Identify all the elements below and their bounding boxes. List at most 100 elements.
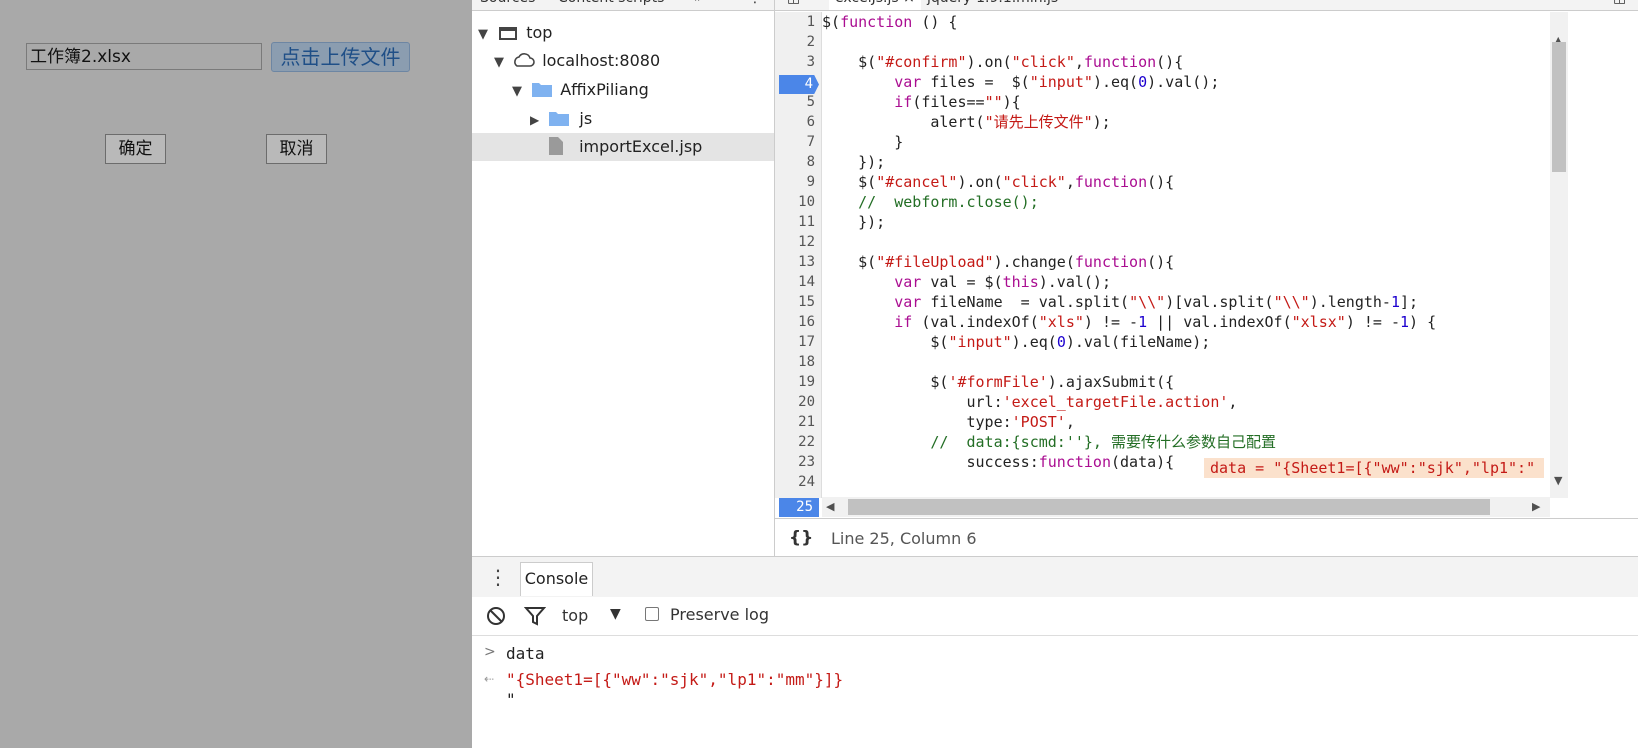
- code-line: var fileName = val.split("\\")[val.split…: [894, 293, 1419, 311]
- preserve-log-checkbox[interactable]: [645, 607, 659, 621]
- line-number[interactable]: 13: [775, 252, 815, 272]
- code-line: if(files==""){: [894, 93, 1021, 111]
- line-number[interactable]: 15: [775, 292, 815, 312]
- line-number[interactable]: 2: [775, 32, 815, 52]
- line-number[interactable]: 18: [775, 352, 815, 372]
- line-number[interactable]: 10: [775, 192, 815, 212]
- code-line: $(function () {: [822, 13, 958, 31]
- toggle-debugger-icon[interactable]: ◫: [1613, 0, 1626, 10]
- code-line: alert("请先上传文件");: [822, 113, 1111, 131]
- breakpoint-marker[interactable]: 4: [779, 75, 819, 94]
- input-prompt-icon: >: [484, 644, 496, 660]
- clear-console-icon[interactable]: [486, 606, 506, 626]
- cancel-button[interactable]: 取消: [266, 134, 327, 164]
- line-number[interactable]: 9: [775, 172, 815, 192]
- pretty-print-icon[interactable]: {}: [789, 528, 813, 548]
- code-line: }: [822, 133, 904, 151]
- editor-tabbar: ◫ excelJs.js × jquery-1.9.1.min.js ◫: [775, 0, 1638, 11]
- tab-jquery[interactable]: jquery-1.9.1.min.js: [927, 0, 1058, 10]
- line-number[interactable]: 8: [775, 152, 815, 172]
- code-line: });: [822, 153, 886, 171]
- line-number[interactable]: 16: [775, 312, 815, 332]
- context-dropdown-icon[interactable]: ▼: [610, 606, 621, 622]
- line-number[interactable]: 21: [775, 412, 815, 432]
- tree-label: js: [579, 109, 593, 128]
- horizontal-scroll-thumb[interactable]: [848, 499, 1490, 515]
- tree-label: top: [526, 23, 553, 42]
- line-number[interactable]: 1: [775, 12, 815, 32]
- folder-icon: [532, 83, 553, 97]
- line-number[interactable]: 23: [775, 452, 815, 472]
- current-line-marker[interactable]: 25: [779, 498, 819, 517]
- web-page-area: [0, 0, 472, 748]
- more-tabs-button[interactable]: »: [694, 0, 703, 10]
- line-number[interactable]: 20: [775, 392, 815, 412]
- code-line: if (val.indexOf("xls") != -1 || val.inde…: [894, 313, 1437, 331]
- console-output[interactable]: > data ⇠ "{Sheet1=[{"ww":"sjk","lp1":"mm…: [472, 636, 1638, 748]
- tab-exceljs[interactable]: excelJs.js ×: [829, 0, 921, 10]
- file-name-input[interactable]: 工作簿2.xlsx: [26, 43, 262, 70]
- scroll-left-arrow-icon[interactable]: ◀: [826, 500, 834, 513]
- confirm-button[interactable]: 确定: [105, 134, 166, 164]
- preserve-log-label: Preserve log: [670, 605, 769, 624]
- line-number[interactable]: 3: [775, 52, 815, 72]
- console-toolbar: top ▼ Preserve log: [472, 597, 1638, 636]
- line-number[interactable]: 5: [775, 92, 815, 112]
- code-line: var files = $("input").eq(0).val();: [894, 73, 1220, 91]
- kebab-menu-icon[interactable]: ⋮: [748, 0, 762, 10]
- cursor-position-text: Line 25, Column 6: [831, 529, 977, 548]
- tab-sources[interactable]: Sources: [480, 0, 535, 10]
- line-number[interactable]: 22: [775, 432, 815, 452]
- code-line: $('#formFile').ajaxSubmit({: [822, 373, 1175, 391]
- navigator-tabbar: Sources Content scripts » ⋮: [472, 0, 774, 11]
- tab-console[interactable]: Console: [520, 562, 593, 596]
- code-line: $("#confirm").on("click",function(){: [822, 53, 1184, 71]
- code-line: $("#fileUpload").change(function(){: [822, 253, 1175, 271]
- tree-item-file[interactable]: importExcel.jsp: [548, 133, 702, 161]
- line-number[interactable]: 6: [775, 112, 815, 132]
- scroll-down-arrow-icon[interactable]: ▼: [1554, 474, 1562, 487]
- scroll-right-arrow-icon[interactable]: ▶: [1532, 500, 1540, 513]
- code-line: var val = $(this).val();: [894, 273, 1111, 291]
- toggle-navigator-icon[interactable]: ◫: [787, 0, 800, 10]
- tree-item-folder[interactable]: ▼ AffixPiliang: [512, 76, 649, 104]
- expand-triangle-icon: ▼: [478, 27, 488, 42]
- filter-icon[interactable]: [524, 606, 546, 626]
- code-editor[interactable]: $(function () { $("#confirm").on("click"…: [822, 12, 1542, 498]
- expand-triangle-icon: ▼: [494, 55, 504, 70]
- drawer-menu-icon[interactable]: ⋮: [488, 565, 508, 589]
- code-line: // data:{scmd:''}, 需要传什么参数自己配置: [930, 433, 1276, 451]
- collapsed-triangle-icon: ▶: [530, 113, 540, 127]
- line-number[interactable]: 24: [775, 472, 815, 492]
- tree-item-host[interactable]: ▼ localhost:8080: [494, 47, 660, 75]
- drawer-tabbar: ⋮: [472, 556, 1638, 598]
- context-selector[interactable]: top: [562, 606, 588, 625]
- code-line: });: [822, 213, 886, 231]
- tree-label: importExcel.jsp: [579, 137, 703, 156]
- line-number[interactable]: 7: [775, 132, 815, 152]
- console-input-expression: data: [506, 644, 545, 663]
- inline-variable-value: data = "{Sheet1=[{"ww":"sjk","lp1":": [1204, 458, 1544, 478]
- line-number[interactable]: 14: [775, 272, 815, 292]
- line-number[interactable]: 19: [775, 372, 815, 392]
- code-line: type:'POST',: [822, 413, 1075, 431]
- tree-item-top[interactable]: ▼ top: [478, 19, 552, 47]
- tree-item-js-folder[interactable]: ▶ js: [530, 105, 592, 133]
- result-arrow-icon: ⇠: [484, 672, 495, 686]
- file-icon: [549, 137, 563, 155]
- code-line: $("input").eq(0).val(fileName);: [822, 333, 1211, 351]
- upload-file-button[interactable]: 点击上传文件: [271, 42, 410, 72]
- vertical-scroll-thumb[interactable]: [1552, 42, 1566, 172]
- line-number[interactable]: 12: [775, 232, 815, 252]
- tab-content-scripts[interactable]: Content scripts: [558, 0, 664, 10]
- tree-label: localhost:8080: [542, 51, 661, 70]
- code-line: url:'excel_targetFile.action',: [822, 393, 1238, 411]
- code-line: $("#cancel").on("click",function(){: [822, 173, 1175, 191]
- line-number[interactable]: 11: [775, 212, 815, 232]
- folder-icon: [549, 112, 570, 126]
- line-number[interactable]: 17: [775, 332, 815, 352]
- console-result-line-cont: ": [506, 690, 516, 709]
- frame-icon: [499, 27, 518, 40]
